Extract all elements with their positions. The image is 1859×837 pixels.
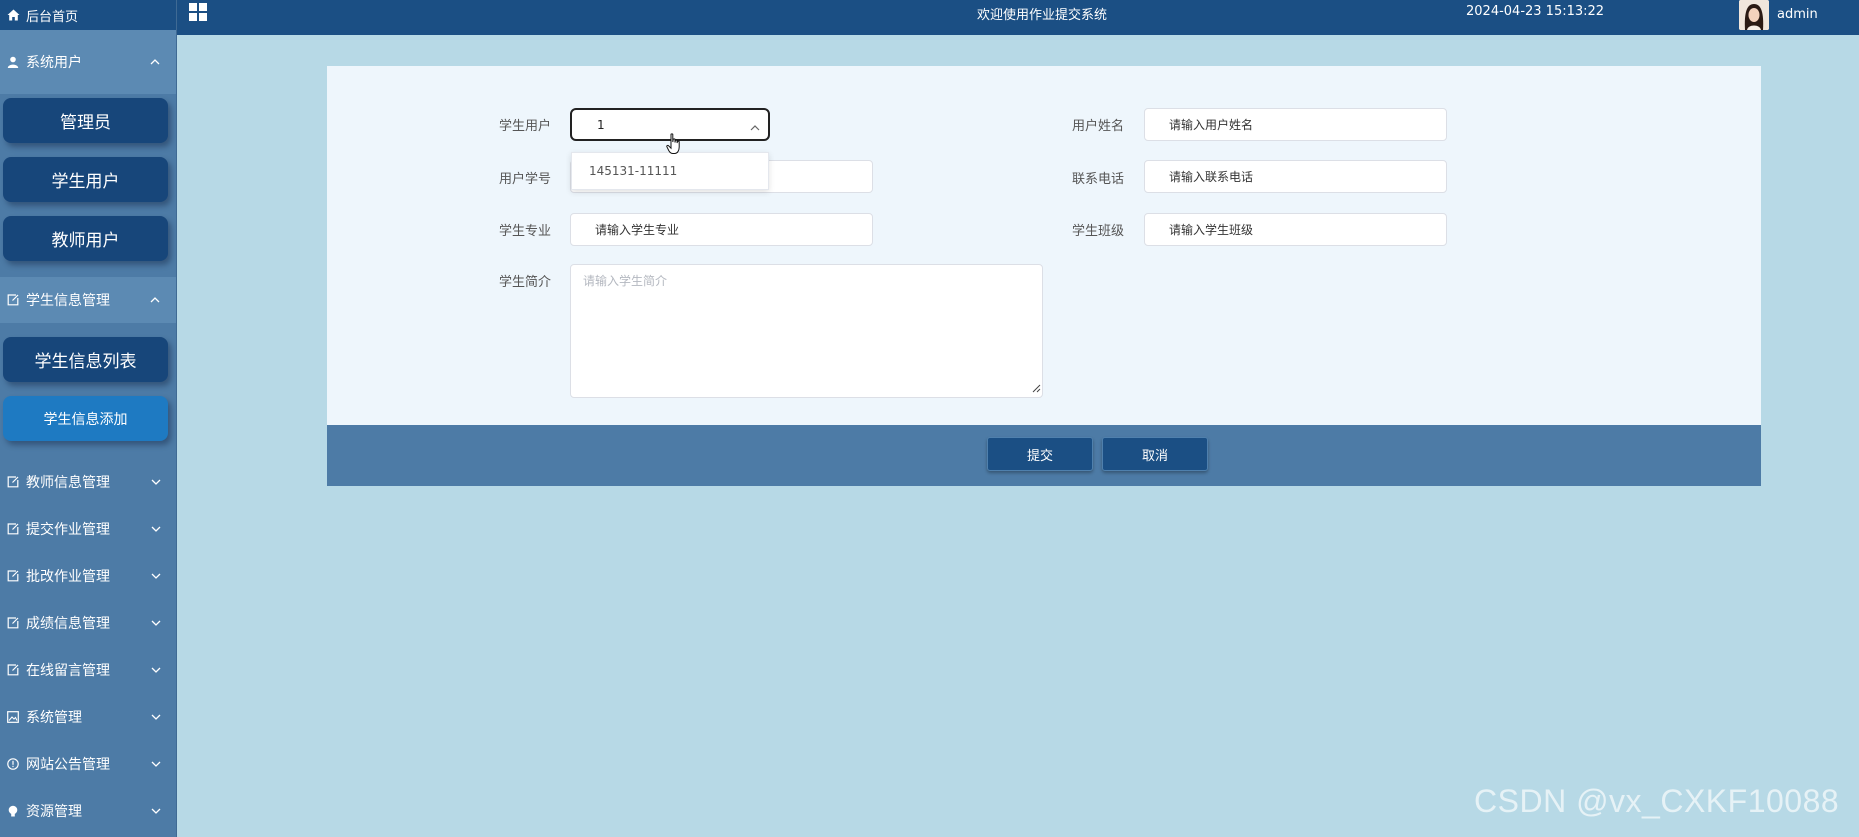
chevron-down-icon [149,663,163,677]
user-icon [6,55,20,69]
chevron-down-icon [149,475,163,489]
chevron-down-icon [149,522,163,536]
major-input[interactable]: 请输入学生专业 [570,213,873,246]
chevron-down-icon [149,569,163,583]
sidebar-group-grade-homework[interactable]: 批改作业管理 [0,552,176,599]
resize-handle-icon[interactable] [1031,382,1041,396]
user-name-input[interactable]: 请输入用户姓名 [1144,108,1447,141]
sidebar: 后台首页 系统用户 管理员 学生用户 教师用户 学生信息管理 学生信息列表 学生… [0,0,177,837]
class-input[interactable]: 请输入学生班级 [1144,213,1447,246]
edit-icon [6,293,20,307]
dropdown-option[interactable]: 145131-11111 [589,164,677,178]
submit-button[interactable]: 提交 [987,437,1093,471]
edit-icon [6,616,20,630]
sidebar-home-label: 后台首页 [26,9,79,25]
sidebar-group-resources[interactable]: 资源管理 [0,787,176,834]
sidebar-group-label: 资源管理 [26,803,82,820]
sidebar-group-label: 系统用户 [26,55,82,71]
sidebar-group-system-users[interactable]: 系统用户 [0,30,176,94]
info-icon [6,757,20,771]
chevron-up-icon [148,55,162,69]
sidebar-group-system-manage[interactable]: 系统管理 [0,693,176,740]
chevron-up-icon [148,293,162,307]
user-name-label: 用户姓名 [1072,119,1125,134]
sidebar-group-announcements[interactable]: 网站公告管理 [0,740,176,787]
student-user-value: 1 [597,117,605,132]
username[interactable]: admin [1777,7,1818,22]
bulb-icon [6,804,20,818]
sidebar-group-label: 系统管理 [26,709,82,726]
sidebar-group-score-info[interactable]: 成绩信息管理 [0,599,176,646]
watermark: CSDN @vx_CXKF10088 [1474,783,1840,819]
sidebar-item-teacher-users[interactable]: 教师用户 [3,216,168,261]
sidebar-item-student-list[interactable]: 学生信息列表 [3,337,168,382]
edit-icon [6,522,20,536]
sidebar-group-label: 成绩信息管理 [26,615,110,632]
cancel-button[interactable]: 取消 [1102,437,1208,471]
edit-icon [6,569,20,583]
class-placeholder: 请输入学生班级 [1169,223,1254,237]
class-label: 学生班级 [1072,224,1125,239]
intro-placeholder: 请输入学生简介 [583,274,668,288]
sidebar-group-teacher-info[interactable]: 教师信息管理 [0,458,176,505]
user-name-placeholder: 请输入用户姓名 [1169,118,1254,132]
sidebar-group-label: 教师信息管理 [26,474,110,491]
hand-cursor-icon [666,133,682,159]
sidebar-group-online-message[interactable]: 在线留言管理 [0,646,176,693]
page-title: 欢迎使用作业提交系统 [977,8,1108,23]
sidebar-home[interactable]: 后台首页 [0,0,176,30]
edit-icon [6,663,20,677]
sidebar-group-label: 网站公告管理 [26,756,110,773]
sidebar-group-label: 在线留言管理 [26,662,110,679]
picture-icon [6,710,20,724]
sidebar-group-submit-homework[interactable]: 提交作业管理 [0,505,176,552]
topbar: 欢迎使用作业提交系统 2024-04-23 15:13:22 admin [177,0,1859,35]
phone-input[interactable]: 请输入联系电话 [1144,160,1447,193]
sidebar-item-student-users[interactable]: 学生用户 [3,157,168,202]
major-label: 学生专业 [499,224,552,239]
home-icon [6,8,20,22]
chevron-down-icon [149,804,163,818]
chevron-down-icon [149,710,163,724]
datetime-display: 2024-04-23 15:13:22 [1466,4,1605,19]
edit-icon [6,475,20,489]
student-user-label: 学生用户 [499,119,552,134]
form-panel: 学生用户 1 用户姓名 请输入用户姓名 用户学号 联系电话 请输入联系电话 学生… [327,66,1761,425]
avatar[interactable] [1739,0,1769,30]
sidebar-group-student-info[interactable]: 学生信息管理 [0,277,176,323]
sidebar-group-label: 学生信息管理 [26,293,110,309]
sidebar-item-admin[interactable]: 管理员 [3,98,168,143]
phone-placeholder: 请输入联系电话 [1169,170,1254,184]
phone-label: 联系电话 [1072,172,1125,187]
intro-textarea[interactable]: 请输入学生简介 [570,264,1043,398]
action-bar: 提交 取消 [327,425,1761,486]
sidebar-item-student-add[interactable]: 学生信息添加 [3,396,168,441]
chevron-down-icon [149,757,163,771]
major-placeholder: 请输入学生专业 [595,223,680,237]
sidebar-group-label: 批改作业管理 [26,568,110,585]
chevron-down-icon [149,616,163,630]
intro-label: 学生简介 [499,275,552,290]
sidebar-group-label: 提交作业管理 [26,521,110,538]
student-no-label: 用户学号 [499,172,552,187]
chevron-up-icon [750,120,760,134]
grid-menu-icon[interactable] [189,3,207,25]
